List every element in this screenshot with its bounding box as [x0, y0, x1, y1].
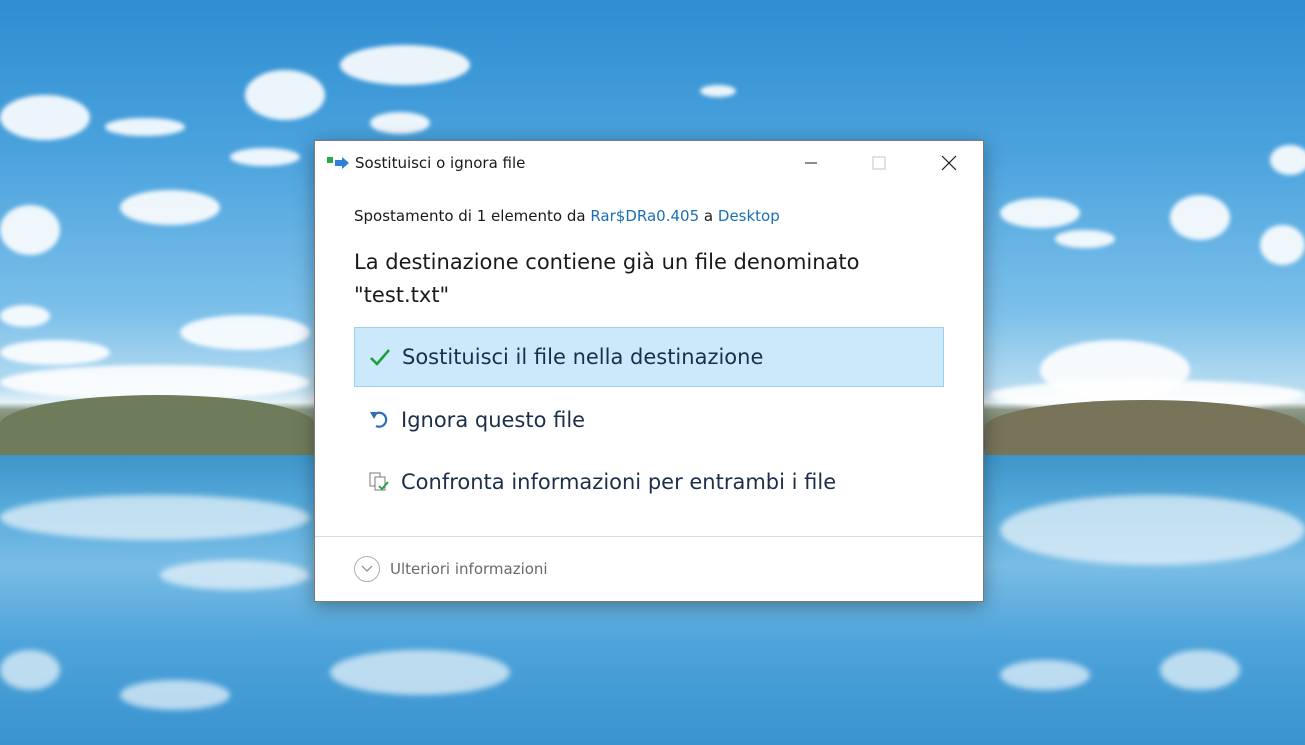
- cloud-reflection: [120, 680, 230, 710]
- cloud-reflection: [330, 650, 510, 695]
- undo-arrow-icon: [367, 408, 391, 432]
- compare-files-option[interactable]: Confronta informazioni per entrambi i fi…: [354, 452, 944, 512]
- replace-file-option[interactable]: Sostituisci il file nella destinazione: [354, 327, 944, 387]
- cloud: [1170, 195, 1230, 240]
- move-info-connector: a: [703, 207, 714, 225]
- move-info: Spostamento di 1 elemento da Rar$DRa0.40…: [354, 207, 780, 225]
- cloud: [370, 112, 430, 134]
- cloud: [0, 205, 60, 255]
- cloud: [1270, 145, 1305, 175]
- cloud-reflection: [0, 650, 60, 690]
- cloud-reflection: [0, 495, 310, 540]
- conflict-heading: La destinazione contiene già un file den…: [354, 250, 860, 307]
- minimize-icon: [805, 162, 817, 164]
- compare-files-icon: [367, 470, 391, 494]
- cloud: [700, 85, 736, 97]
- cloud: [1055, 230, 1115, 248]
- window-title: Sostituisci o ignora file: [355, 154, 526, 172]
- skip-file-label: Ignora questo file: [401, 408, 586, 432]
- more-info-toggle[interactable]: Ulteriori informazioni: [354, 556, 548, 582]
- cloud: [0, 95, 90, 140]
- source-folder-link[interactable]: Rar$DRa0.405: [590, 207, 699, 225]
- cloud: [120, 190, 220, 225]
- move-info-prefix: Spostamento di 1 elemento da: [354, 207, 586, 225]
- checkmark-icon: [368, 345, 392, 369]
- close-icon: [941, 155, 957, 171]
- cloud-reflection: [1000, 660, 1090, 690]
- title-bar[interactable]: Sostituisci o ignora file: [315, 141, 983, 185]
- maximize-icon: [872, 156, 886, 170]
- cloud: [340, 45, 470, 85]
- cloud: [180, 315, 310, 350]
- cloud: [1260, 225, 1305, 265]
- maximize-button[interactable]: [845, 141, 913, 185]
- cloud: [0, 305, 50, 327]
- cloud: [105, 118, 185, 136]
- minimize-button[interactable]: [777, 141, 845, 185]
- hill: [985, 400, 1305, 455]
- cloud-reflection: [1000, 495, 1305, 565]
- cloud: [230, 148, 300, 166]
- footer-divider: [315, 536, 983, 537]
- replace-or-skip-dialog: Sostituisci o ignora file Spostamento di…: [314, 140, 984, 602]
- cloud: [1000, 198, 1080, 228]
- cloud-reflection: [1160, 650, 1240, 690]
- move-file-icon: [327, 155, 349, 171]
- destination-folder-link[interactable]: Desktop: [718, 207, 780, 225]
- replace-file-label: Sostituisci il file nella destinazione: [402, 345, 764, 369]
- close-button[interactable]: [915, 141, 983, 185]
- compare-files-label: Confronta informazioni per entrambi i fi…: [401, 470, 837, 494]
- skip-file-option[interactable]: Ignora questo file: [354, 390, 944, 450]
- chevron-down-icon: [354, 556, 380, 582]
- cloud: [0, 340, 110, 365]
- cloud-reflection: [160, 560, 310, 590]
- more-info-label: Ulteriori informazioni: [390, 560, 548, 578]
- hill: [0, 395, 315, 455]
- cloud: [245, 70, 325, 120]
